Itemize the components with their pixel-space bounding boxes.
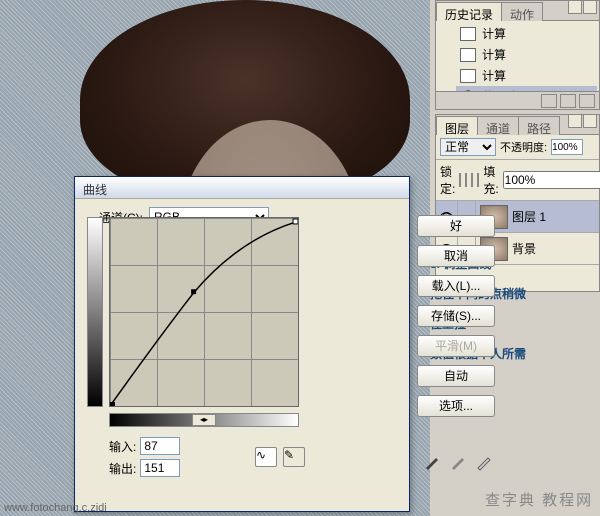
cancel-button[interactable]: 取消 [417, 245, 495, 267]
history-item[interactable]: 计算 [456, 65, 597, 86]
input-label: 输入: [109, 438, 136, 455]
watermark: 查字典 教程网 [485, 489, 593, 510]
smooth-button[interactable]: 平滑(M) [417, 335, 495, 357]
input-field[interactable] [140, 437, 180, 455]
output-row: 输出: [109, 459, 180, 477]
lock-label: 锁定: [440, 163, 455, 197]
lock-image-icon[interactable] [465, 173, 467, 187]
panel-controls [567, 0, 597, 14]
input-row: 输入: [109, 437, 180, 455]
new-doc-button[interactable] [560, 94, 576, 108]
history-footer [436, 91, 599, 109]
curve-grid[interactable] [109, 217, 299, 407]
curve-pencil-tool[interactable]: ✎ [283, 447, 305, 467]
vertical-gradient [87, 217, 103, 407]
dialog-body: 通道(C): RGB ◂▸ 输入: 输出: ∿ ✎ [75, 199, 409, 241]
options-button[interactable]: 选项... [417, 395, 495, 417]
history-label: 计算 [482, 25, 506, 42]
tab-actions[interactable]: 动作 [501, 2, 543, 21]
calc-icon [460, 27, 476, 41]
output-field[interactable] [140, 459, 180, 477]
curve-line [110, 218, 298, 406]
gradient-toggle[interactable]: ◂▸ [192, 414, 216, 426]
eyedropper-black-icon[interactable] [423, 451, 443, 471]
eyedropper-tools [423, 451, 495, 471]
auto-button[interactable]: 自动 [417, 365, 495, 387]
output-label: 输出: [109, 460, 136, 477]
history-item[interactable]: 计算 [456, 44, 597, 65]
history-label: 计算 [482, 46, 506, 63]
curve-tools: ∿ ✎ [255, 447, 305, 467]
lock-all-icon[interactable] [477, 173, 479, 187]
save-button[interactable]: 存储(S)... [417, 305, 495, 327]
curve-point-tool[interactable]: ∿ [255, 447, 277, 467]
tab-layers[interactable]: 图层 [436, 116, 478, 135]
eyedropper-white-icon[interactable] [475, 451, 495, 471]
new-snapshot-button[interactable] [541, 94, 557, 108]
lock-row: 锁定: 填充: [436, 160, 599, 201]
history-item[interactable]: 计算 [456, 23, 597, 44]
opacity-input[interactable] [551, 139, 583, 155]
calc-icon [460, 69, 476, 83]
opacity-label: 不透明度: [500, 139, 547, 155]
tab-history[interactable]: 历史记录 [436, 2, 502, 21]
dialog-buttons: 好 取消 载入(L)... 存储(S)... 平滑(M) 自动 选项... [417, 215, 495, 417]
horizontal-gradient: ◂▸ [109, 413, 299, 427]
fill-label: 填充: [483, 163, 498, 197]
curves-dialog: 曲线 通道(C): RGB ◂▸ 输入: 输出: ∿ ✎ [74, 176, 410, 512]
eyedropper-gray-icon[interactable] [449, 451, 469, 471]
close-button[interactable] [583, 0, 597, 14]
layer-options-row: 正常 不透明度: [436, 135, 599, 160]
blend-mode-select[interactable]: 正常 [440, 138, 496, 156]
ok-button[interactable]: 好 [417, 215, 495, 237]
lock-position-icon[interactable] [471, 173, 473, 187]
history-panel: 历史记录 动作 计算 计算 计算 载入选区 [435, 0, 600, 110]
panel-controls [567, 114, 597, 128]
history-label: 计算 [482, 67, 506, 84]
tab-paths[interactable]: 路径 [518, 116, 560, 135]
tab-channels[interactable]: 通道 [477, 116, 519, 135]
close-button[interactable] [583, 114, 597, 128]
minimize-button[interactable] [568, 114, 582, 128]
load-button[interactable]: 载入(L)... [417, 275, 495, 297]
watermark-url: www.fotochang.c.zidi [4, 502, 107, 514]
dialog-title: 曲线 [75, 177, 409, 199]
calc-icon [460, 48, 476, 62]
minimize-button[interactable] [568, 0, 582, 14]
delete-button[interactable] [579, 94, 595, 108]
layer-name: 图层 1 [512, 208, 599, 225]
lock-transparent-icon[interactable] [459, 173, 461, 187]
fill-input[interactable] [503, 171, 600, 189]
